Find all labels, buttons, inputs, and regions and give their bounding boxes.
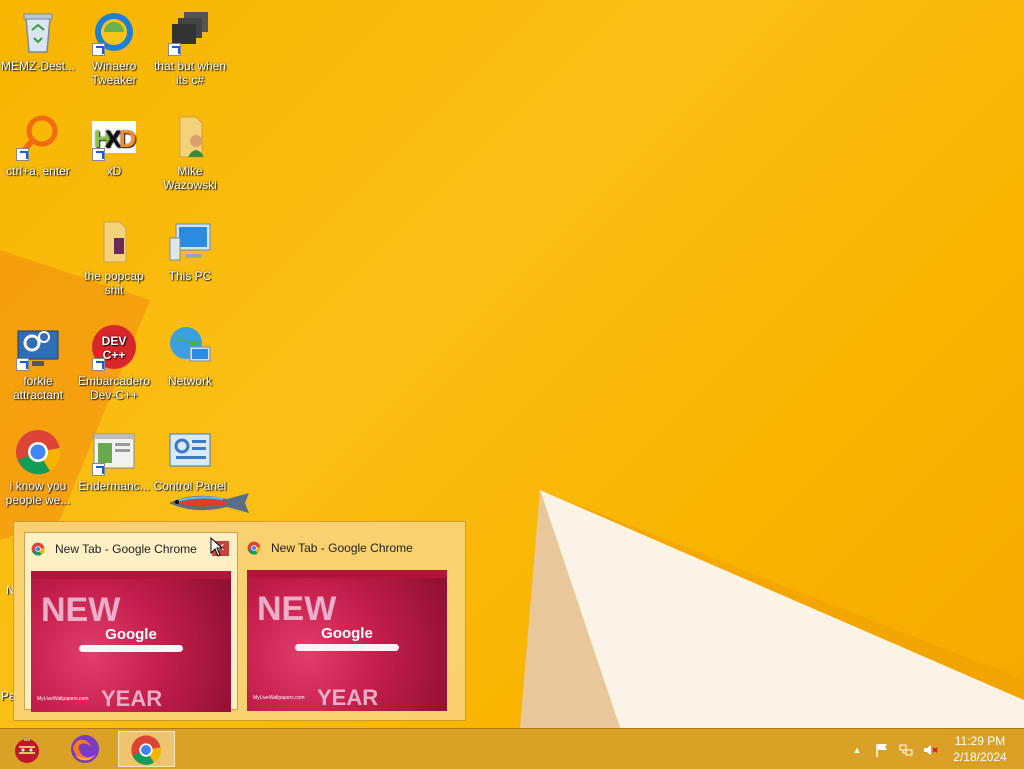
desktop-icon-label: Network xyxy=(167,374,212,388)
desktop-icon-xd[interactable]: HXD xD xyxy=(77,113,151,178)
clock-date: 2/18/2024 xyxy=(953,750,1007,764)
desktop-icon-label: Winaero Tweaker xyxy=(91,59,137,87)
volume-muted-icon[interactable] xyxy=(922,742,938,758)
fish-pet-icon[interactable] xyxy=(165,489,253,517)
desktop-icon-iknow[interactable]: i know you people we... xyxy=(1,428,75,507)
svg-text:DEV: DEV xyxy=(102,334,127,348)
shortcut-arrow-icon xyxy=(92,148,105,161)
show-hidden-icons-chevron-icon[interactable]: ▲ xyxy=(849,742,865,758)
devcpp-icon: DEV C++ xyxy=(90,323,138,371)
taskbar-thumbnail-popup: New Tab - Google Chrome ✕ NEW Google YEA… xyxy=(13,521,466,721)
windows-stack-icon xyxy=(166,8,214,56)
chrome-icon xyxy=(14,428,62,476)
preview-wallpaper-text: NEW xyxy=(41,591,121,629)
taskbar-chrome[interactable] xyxy=(118,731,175,767)
preview-wallpaper-text: NEW xyxy=(257,590,337,628)
shortcut-arrow-icon xyxy=(168,43,181,56)
desktop-icon-label: the popcap shit xyxy=(84,269,144,297)
thumbnail-title-text: New Tab - Google Chrome xyxy=(271,540,413,555)
desktop-icon-ctrla[interactable]: ctrl+a, enter xyxy=(1,113,75,178)
shortcut-arrow-icon xyxy=(16,358,29,371)
hxd-icon: HXD xyxy=(90,113,138,161)
shortcut-arrow-icon xyxy=(92,358,105,371)
network-tray-icon[interactable] xyxy=(898,742,914,758)
desktop-icon-label: Endermanc... xyxy=(78,479,150,493)
desktop-icon-network[interactable]: Network xyxy=(153,323,227,388)
shortcut-arrow-icon xyxy=(92,43,105,56)
start-button[interactable] xyxy=(0,731,54,767)
preview-search-box xyxy=(295,644,399,651)
desktop-icon-label: xD xyxy=(106,164,122,178)
thumbnail-title-text: New Tab - Google Chrome xyxy=(55,541,197,556)
desktop-icon-label: Mike Wazowski xyxy=(163,164,217,192)
thumbnail-title: New Tab - Google Chrome xyxy=(31,541,221,557)
svg-text:D: D xyxy=(119,126,136,153)
desktop-icon-forkie[interactable]: forkie attractant xyxy=(1,323,75,402)
desktop-icon-thatbut[interactable]: that but when its c# xyxy=(153,8,227,87)
recycle-bin-icon xyxy=(14,8,62,56)
desktop-icon-devcpp[interactable]: DEV C++ Embarcadero Dev-C++ xyxy=(77,323,151,402)
preview-google-logo: Google xyxy=(321,625,373,642)
desktop-icon-label: forkie attractant xyxy=(12,374,64,402)
desktop-icon-endermanch[interactable]: Endermanc... xyxy=(77,428,151,493)
shortcut-arrow-icon xyxy=(92,463,105,476)
magnifier-icon xyxy=(14,113,62,161)
desktop-icon-winaero[interactable]: Winaero Tweaker xyxy=(77,8,151,87)
desktop-icon-label: Embarcadero Dev-C++ xyxy=(77,374,151,402)
preview-footer: MyLiveWallpapers.com xyxy=(253,695,305,701)
system-clock[interactable]: 11:29 PM 2/18/2024 xyxy=(940,733,1020,765)
taskbar-firefox[interactable] xyxy=(58,731,112,767)
thumbnail-preview: NEW Google YEAR MyLiveWallpapers.com xyxy=(247,570,447,711)
desktop-icon-mike[interactable]: Mike Wazowski xyxy=(153,113,227,192)
winaero-icon xyxy=(90,8,138,56)
thumbnail-title: New Tab - Google Chrome xyxy=(247,540,437,556)
preview-search-box xyxy=(79,645,183,652)
firefox-icon xyxy=(71,735,99,763)
preview-google-logo: Google xyxy=(105,626,157,643)
user-folder-icon xyxy=(166,113,214,161)
desktop-icon-popcap[interactable]: the popcap shit xyxy=(77,218,151,297)
chrome-icon xyxy=(131,735,161,765)
preview-toolbar xyxy=(247,570,447,578)
desktop-icon-memz[interactable]: MEMZ-Dest... xyxy=(1,8,75,73)
settings-monitor-icon xyxy=(14,323,62,371)
desktop-icon-thispc[interactable]: This PC xyxy=(153,218,227,283)
network-globe-icon xyxy=(166,323,214,371)
taskbar xyxy=(0,728,1024,769)
clock-time: 11:29 PM xyxy=(954,734,1006,748)
mouse-cursor-icon xyxy=(210,537,224,557)
preview-wallpaper-year: YEAR xyxy=(317,685,379,710)
desktop-icon-label: i know you people we... xyxy=(5,479,71,507)
preview-wallpaper-year: YEAR xyxy=(101,686,163,711)
window-thumbnail[interactable]: New Tab - Google Chrome NEW Google YEAR … xyxy=(241,532,455,711)
svg-text:C++: C++ xyxy=(103,348,126,362)
window-app-icon xyxy=(90,428,138,476)
folder-icon xyxy=(90,218,138,266)
computer-icon xyxy=(166,218,214,266)
shortcut-arrow-icon xyxy=(16,148,29,161)
window-thumbnail[interactable]: New Tab - Google Chrome ✕ NEW Google YEA… xyxy=(24,532,238,712)
desktop-icon-label: This PC xyxy=(168,269,212,283)
preview-footer: MyLiveWallpapers.com xyxy=(37,696,89,702)
action-center-flag-icon[interactable] xyxy=(874,742,890,758)
chrome-icon xyxy=(31,542,45,556)
desktop-icon-controlpanel[interactable]: Control Panel xyxy=(153,428,227,493)
thumbnail-preview: NEW Google YEAR MyLiveWallpapers.com xyxy=(31,571,231,712)
desktop-icon-label: ctrl+a, enter xyxy=(6,164,70,178)
preview-toolbar xyxy=(31,571,231,579)
chrome-icon xyxy=(247,541,261,555)
desktop-icon-label: MEMZ-Dest... xyxy=(1,59,75,73)
start-orb-icon xyxy=(15,736,39,763)
desktop-icon-label: that but when its c# xyxy=(153,59,227,87)
control-panel-icon xyxy=(166,428,214,476)
